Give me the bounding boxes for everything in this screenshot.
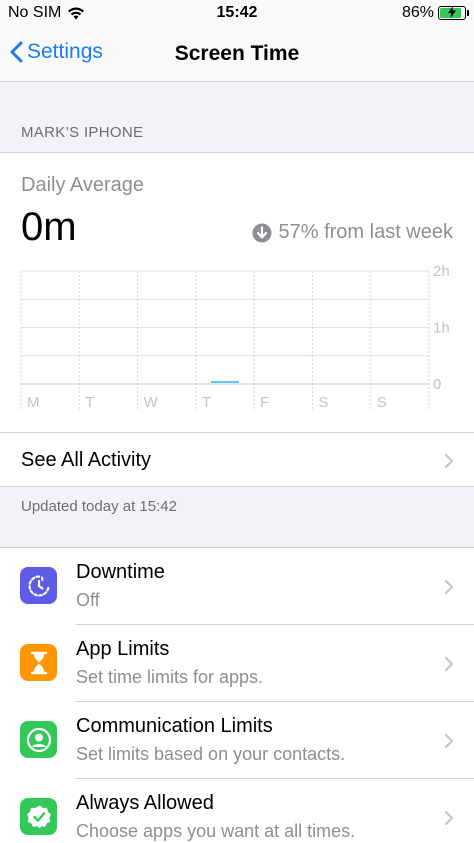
weekly-change-text: 57% from last week (278, 221, 453, 243)
device-section-header: MARK’S IPHONE (21, 124, 144, 141)
app-limits-title: App Limits (76, 638, 170, 660)
checkmark-seal-icon (20, 798, 57, 835)
downtime-icon (20, 567, 57, 604)
x-tick-label: T (85, 394, 94, 411)
communication-limits-row[interactable]: Communication Limits Set limits based on… (0, 702, 474, 779)
battery-percent: 86% (401, 4, 434, 21)
x-tick-label: S (377, 394, 387, 411)
communication-limits-title: Communication Limits (76, 715, 273, 737)
see-all-activity-row[interactable]: See All Activity (0, 432, 474, 488)
app-limits-row[interactable]: App Limits Set time limits for apps. (0, 625, 474, 702)
chevron-right-icon (445, 454, 453, 468)
always-allowed-title: Always Allowed (76, 792, 214, 814)
arrow-down-circle-icon (252, 223, 272, 242)
downtime-subtitle: Off (76, 590, 100, 610)
x-tick-label: F (260, 394, 269, 411)
navigation-bar: Settings Screen Time (0, 28, 474, 82)
status-right: 86% (401, 4, 469, 22)
daily-average-value: 0m (21, 205, 77, 249)
downtime-title: Downtime (76, 561, 165, 583)
x-tick-label: M (27, 394, 40, 411)
updated-timestamp: Updated today at 15:42 (21, 498, 177, 515)
chevron-right-icon (445, 734, 453, 748)
communication-limits-subtitle: Set limits based on your contacts. (76, 744, 346, 764)
see-all-activity-label: See All Activity (21, 449, 152, 471)
battery-icon (438, 6, 469, 20)
always-allowed-subtitle: Choose apps you want at all times. (76, 821, 356, 841)
app-limits-subtitle: Set time limits for apps. (76, 667, 264, 687)
x-tick-label: S (318, 394, 328, 411)
chevron-right-icon (445, 580, 453, 594)
page-title: Screen Time (174, 42, 300, 65)
always-allowed-row[interactable]: Always Allowed Choose apps you want at a… (0, 779, 474, 843)
person-circle-icon (20, 721, 57, 758)
status-bar: No SIM 15:42 86% (0, 0, 474, 28)
y-tick-label: 1h (433, 320, 450, 337)
hourglass-icon (20, 644, 57, 681)
x-tick-label: W (144, 394, 159, 411)
weekly-change: 57% from last week (252, 221, 453, 244)
chevron-right-icon (445, 657, 453, 671)
usage-bar (210, 381, 240, 383)
downtime-row[interactable]: Downtime Off (0, 548, 474, 625)
daily-average-label: Daily Average (21, 174, 145, 196)
y-tick-label: 2h (433, 265, 450, 280)
screen-time-settings-list: Downtime Off App Limits Set time limits … (0, 547, 474, 843)
charging-bolt-icon (439, 6, 465, 18)
usage-chart[interactable]: 2h 1h 0 M T W T F S S (0, 265, 474, 415)
y-tick-label: 0 (433, 376, 441, 393)
usage-summary-card: Daily Average 0m 57% from last week 2h 1h… (0, 152, 474, 487)
x-tick-label: T (202, 394, 211, 411)
chevron-right-icon (445, 811, 453, 825)
